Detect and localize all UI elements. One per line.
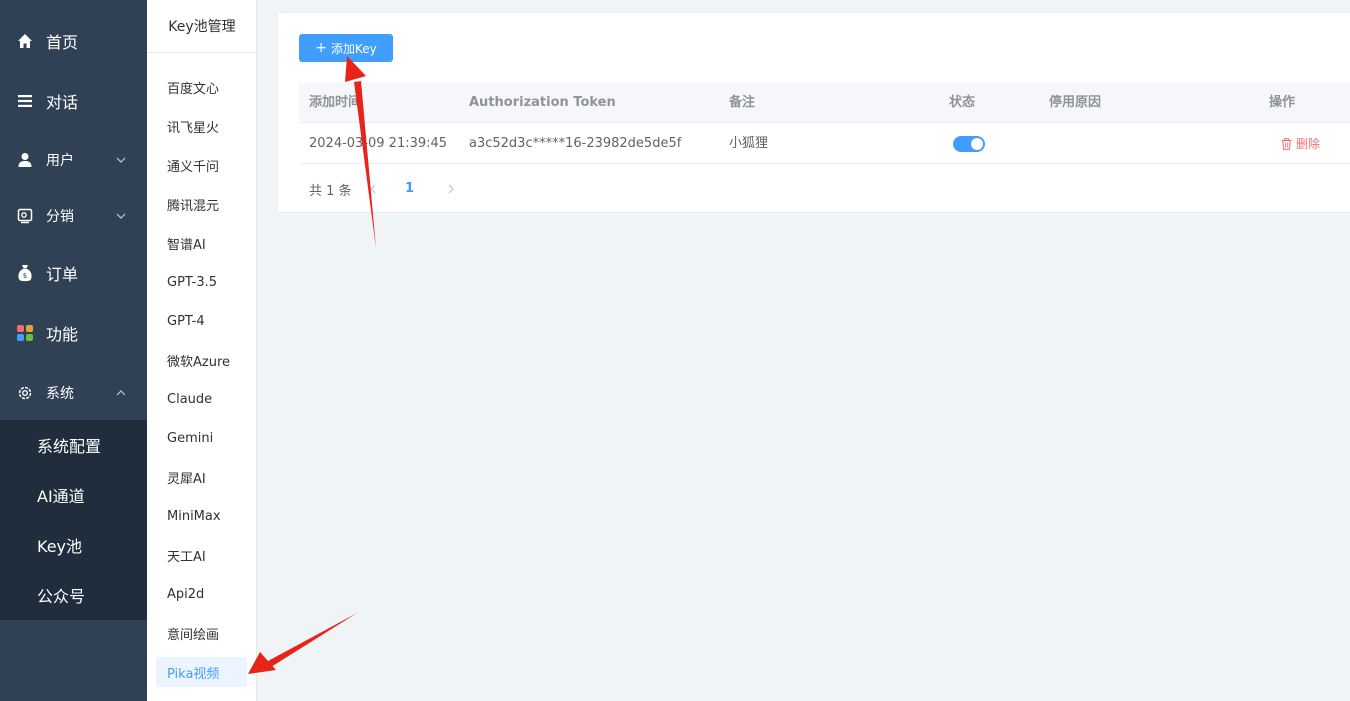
column-header[interactable]: 操作 (1269, 83, 1295, 123)
nav-label-system: 系统 (46, 386, 74, 402)
key-pool-item[interactable]: 百度文心 (156, 72, 247, 102)
key-pool-item[interactable]: 天工AI (156, 540, 247, 570)
annotation-arrow-left (248, 613, 357, 674)
nav-label-features: 功能 (46, 325, 79, 344)
nav-label-user: 用户 (46, 153, 74, 169)
left-sidebar: 首页 对话 用户 分销 $ 订单 功能 系统 系统配置 AI通道 Key池 公众… (0, 0, 147, 701)
gear-icon (16, 384, 34, 402)
submenu-item-ai-channel[interactable]: AI通道 (0, 470, 147, 520)
nav-item-distribution[interactable]: 分销 (0, 191, 147, 241)
submenu-item-official-account[interactable]: 公众号 (0, 570, 147, 620)
page-number[interactable]: 1 (405, 179, 414, 199)
chevron-left-icon (370, 184, 376, 194)
key-pool-item[interactable]: Api2d (156, 579, 247, 609)
status-toggle[interactable] (953, 136, 985, 152)
delete-label: 删除 (1296, 137, 1321, 151)
table-row: 2024-03-09 21:39:45 a3c52d3c*****16-2398… (299, 123, 1350, 164)
home-icon (16, 32, 34, 50)
cell-token: a3c52d3c*****16-23982de5de5f (469, 136, 682, 151)
nav-item-features[interactable]: 功能 (0, 308, 147, 358)
key-pool-item[interactable]: 智谱AI (156, 228, 247, 258)
plus-icon: + (315, 40, 327, 56)
prev-page-button[interactable] (363, 179, 383, 199)
column-header[interactable]: 停用原因 (1049, 83, 1101, 123)
chevron-down-icon (116, 213, 126, 219)
distribution-icon (16, 207, 34, 225)
cell-note: 小狐狸 (729, 136, 769, 151)
key-pool-item[interactable]: 讯飞星火 (156, 111, 247, 141)
submenu-item-system-config[interactable]: 系统配置 (0, 420, 147, 470)
table-header: 添加时间 Authorization Token 备注 状态 停用原因 操作 (299, 83, 1350, 123)
key-pool-panel: Key池管理 百度文心 讯飞星火 通义千问 腾讯混元 智谱AI GPT-3.5 … (147, 0, 257, 701)
nav-label-home: 首页 (46, 33, 79, 52)
nav-label-chat: 对话 (46, 93, 79, 112)
svg-text:$: $ (23, 272, 27, 280)
toggle-knob (971, 138, 983, 150)
nav-item-orders[interactable]: $ 订单 (0, 248, 147, 298)
key-pool-item[interactable]: 意间绘画 (156, 618, 247, 648)
user-icon (16, 151, 34, 169)
delete-button[interactable]: 删除 (1281, 123, 1320, 164)
nav-item-home[interactable]: 首页 (0, 16, 147, 66)
chevron-up-icon (116, 390, 126, 396)
money-bag-icon: $ (16, 264, 34, 282)
column-header[interactable]: Authorization Token (469, 83, 616, 123)
key-pool-title: Key池管理 (147, 0, 257, 53)
chevron-down-icon (116, 157, 126, 163)
cell-added-time: 2024-03-09 21:39:45 (309, 136, 448, 151)
key-pool-item[interactable]: GPT-4 (156, 306, 247, 336)
submenu-item-key-pool[interactable]: Key池 (0, 520, 147, 570)
trash-icon (1281, 137, 1292, 150)
add-key-label: 添加Key (330, 41, 377, 56)
pagination-total-text: 共 1 条 (309, 183, 352, 199)
key-pool-item[interactable]: 腾讯混元 (156, 189, 247, 219)
column-header[interactable]: 添加时间 (309, 83, 361, 123)
nav-label-orders: 订单 (46, 265, 79, 284)
key-pool-item[interactable]: Gemini (156, 423, 247, 453)
key-pool-item[interactable]: 微软Azure (156, 345, 247, 375)
key-pool-item-active[interactable]: Pika视频 (156, 657, 247, 687)
list-icon (16, 92, 34, 110)
next-page-button[interactable] (441, 179, 461, 199)
column-header[interactable]: 备注 (729, 83, 755, 123)
key-table-card: + 添加Key 添加时间 Authorization Token 备注 状态 停… (277, 12, 1350, 213)
key-pool-item[interactable]: 灵犀AI (156, 462, 247, 492)
column-header[interactable]: 状态 (949, 83, 975, 123)
key-pool-item[interactable]: MiniMax (156, 501, 247, 531)
nav-item-chat[interactable]: 对话 (0, 76, 147, 126)
apps-icon (16, 324, 34, 342)
add-key-button[interactable]: + 添加Key (299, 34, 393, 62)
nav-item-user[interactable]: 用户 (0, 135, 147, 185)
key-pool-item[interactable]: 通义千问 (156, 150, 247, 180)
nav-item-system[interactable]: 系统 (0, 368, 147, 418)
pagination-total: 共 1 条 (309, 179, 352, 199)
nav-label-distribution: 分销 (46, 209, 74, 225)
chevron-right-icon (448, 184, 454, 194)
key-pool-item[interactable]: Claude (156, 384, 247, 414)
key-pool-item[interactable]: GPT-3.5 (156, 267, 247, 297)
